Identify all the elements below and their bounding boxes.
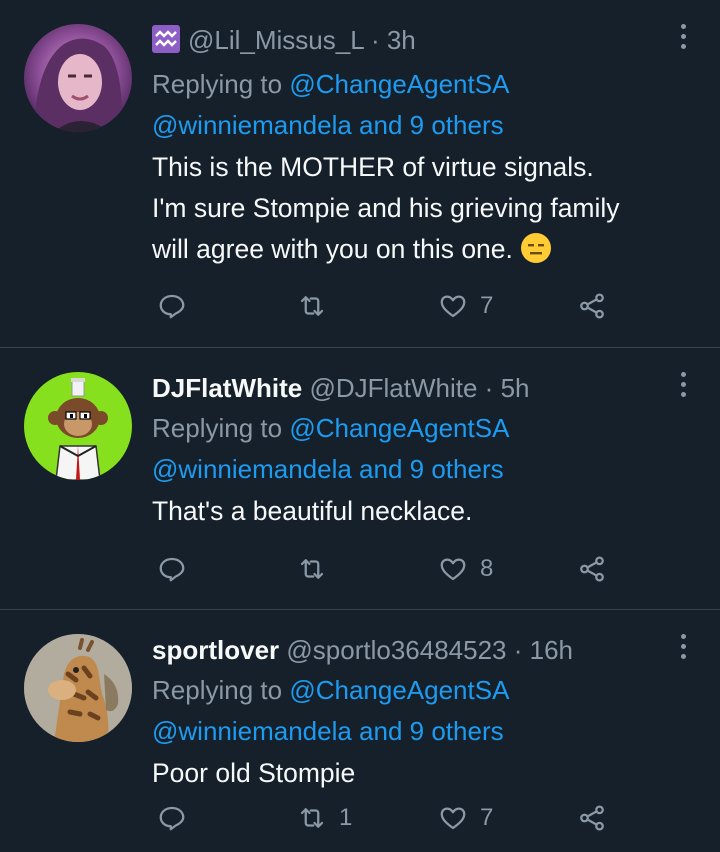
tweet[interactable]: @Lil_Missus_L · 3h Replying to @ChangeAg…: [0, 0, 720, 348]
like-button[interactable]: 7: [438, 286, 493, 326]
share-button[interactable]: [577, 549, 607, 589]
more-icon[interactable]: [678, 372, 688, 397]
avatar[interactable]: [24, 634, 132, 742]
expressionless-face-emoji: [520, 232, 552, 264]
mention-link[interactable]: @ChangeAgentSA: [289, 413, 509, 443]
like-count: 8: [480, 555, 494, 582]
retweet-button[interactable]: 1: [297, 798, 352, 838]
tweet-text: This is the MOTHER of virtue signals. I'…: [152, 152, 620, 264]
separator: ·: [506, 635, 530, 665]
mention-link[interactable]: @ChangeAgentSA: [289, 675, 509, 705]
retweet-count: 1: [339, 804, 353, 831]
mention-others-link[interactable]: @winniemandela and 9 others: [152, 716, 504, 746]
avatar[interactable]: [24, 24, 132, 132]
tweet[interactable]: DJFlatWhite @DJFlatWhite · 5h Replying t…: [0, 348, 720, 610]
share-icon: [580, 293, 604, 319]
retweet-button[interactable]: [297, 549, 339, 589]
tweet-text: Poor old Stompie: [152, 758, 356, 788]
mention-others-link[interactable]: @winniemandela and 9 others: [152, 110, 504, 140]
mention-others-link[interactable]: @winniemandela and 9 others: [152, 454, 504, 484]
reply-icon: [159, 806, 185, 831]
reply-button[interactable]: [157, 798, 187, 838]
like-button[interactable]: 7: [438, 798, 493, 838]
share-icon: [580, 556, 604, 582]
retweet-icon: [300, 808, 324, 828]
aquarius-badge-icon: [152, 24, 180, 64]
like-count: 7: [480, 804, 494, 831]
replying-to: Replying to @ChangeAgentSA: [152, 413, 510, 443]
timestamp[interactable]: 3h: [387, 25, 416, 55]
replying-to: Replying to @ChangeAgentSA: [152, 69, 510, 99]
timestamp[interactable]: 5h: [501, 373, 530, 403]
retweet-button[interactable]: [297, 286, 339, 326]
separator: ·: [363, 25, 387, 55]
like-icon: [440, 295, 466, 318]
like-count: 7: [480, 292, 494, 319]
tweet-text: That's a beautiful necklace.: [152, 496, 473, 526]
user-handle[interactable]: @DJFlatWhite: [309, 373, 477, 403]
replying-to: Replying to @ChangeAgentSA: [152, 675, 510, 705]
like-button[interactable]: 8: [438, 549, 493, 589]
more-icon[interactable]: [678, 24, 688, 49]
like-icon: [440, 558, 466, 581]
share-button[interactable]: [577, 798, 607, 838]
share-button[interactable]: [577, 286, 607, 326]
avatar[interactable]: [24, 372, 132, 480]
timestamp[interactable]: 16h: [530, 635, 573, 665]
reply-icon: [159, 294, 185, 319]
like-icon: [440, 807, 466, 830]
retweet-icon: [300, 296, 324, 316]
reply-button[interactable]: [157, 286, 187, 326]
separator: ·: [477, 373, 501, 403]
reply-icon: [159, 557, 185, 582]
user-handle[interactable]: @Lil_Missus_L: [188, 25, 364, 55]
more-icon[interactable]: [678, 634, 688, 659]
mention-link[interactable]: @ChangeAgentSA: [289, 69, 509, 99]
share-icon: [580, 805, 604, 831]
retweet-icon: [300, 559, 324, 579]
reply-button[interactable]: [157, 549, 187, 589]
user-handle[interactable]: @sportlo36484523: [286, 635, 506, 665]
tweet[interactable]: sportlover @sportlo36484523 · 16h Replyi…: [0, 610, 720, 852]
display-name[interactable]: sportlover: [152, 635, 279, 665]
display-name[interactable]: DJFlatWhite: [152, 373, 302, 403]
